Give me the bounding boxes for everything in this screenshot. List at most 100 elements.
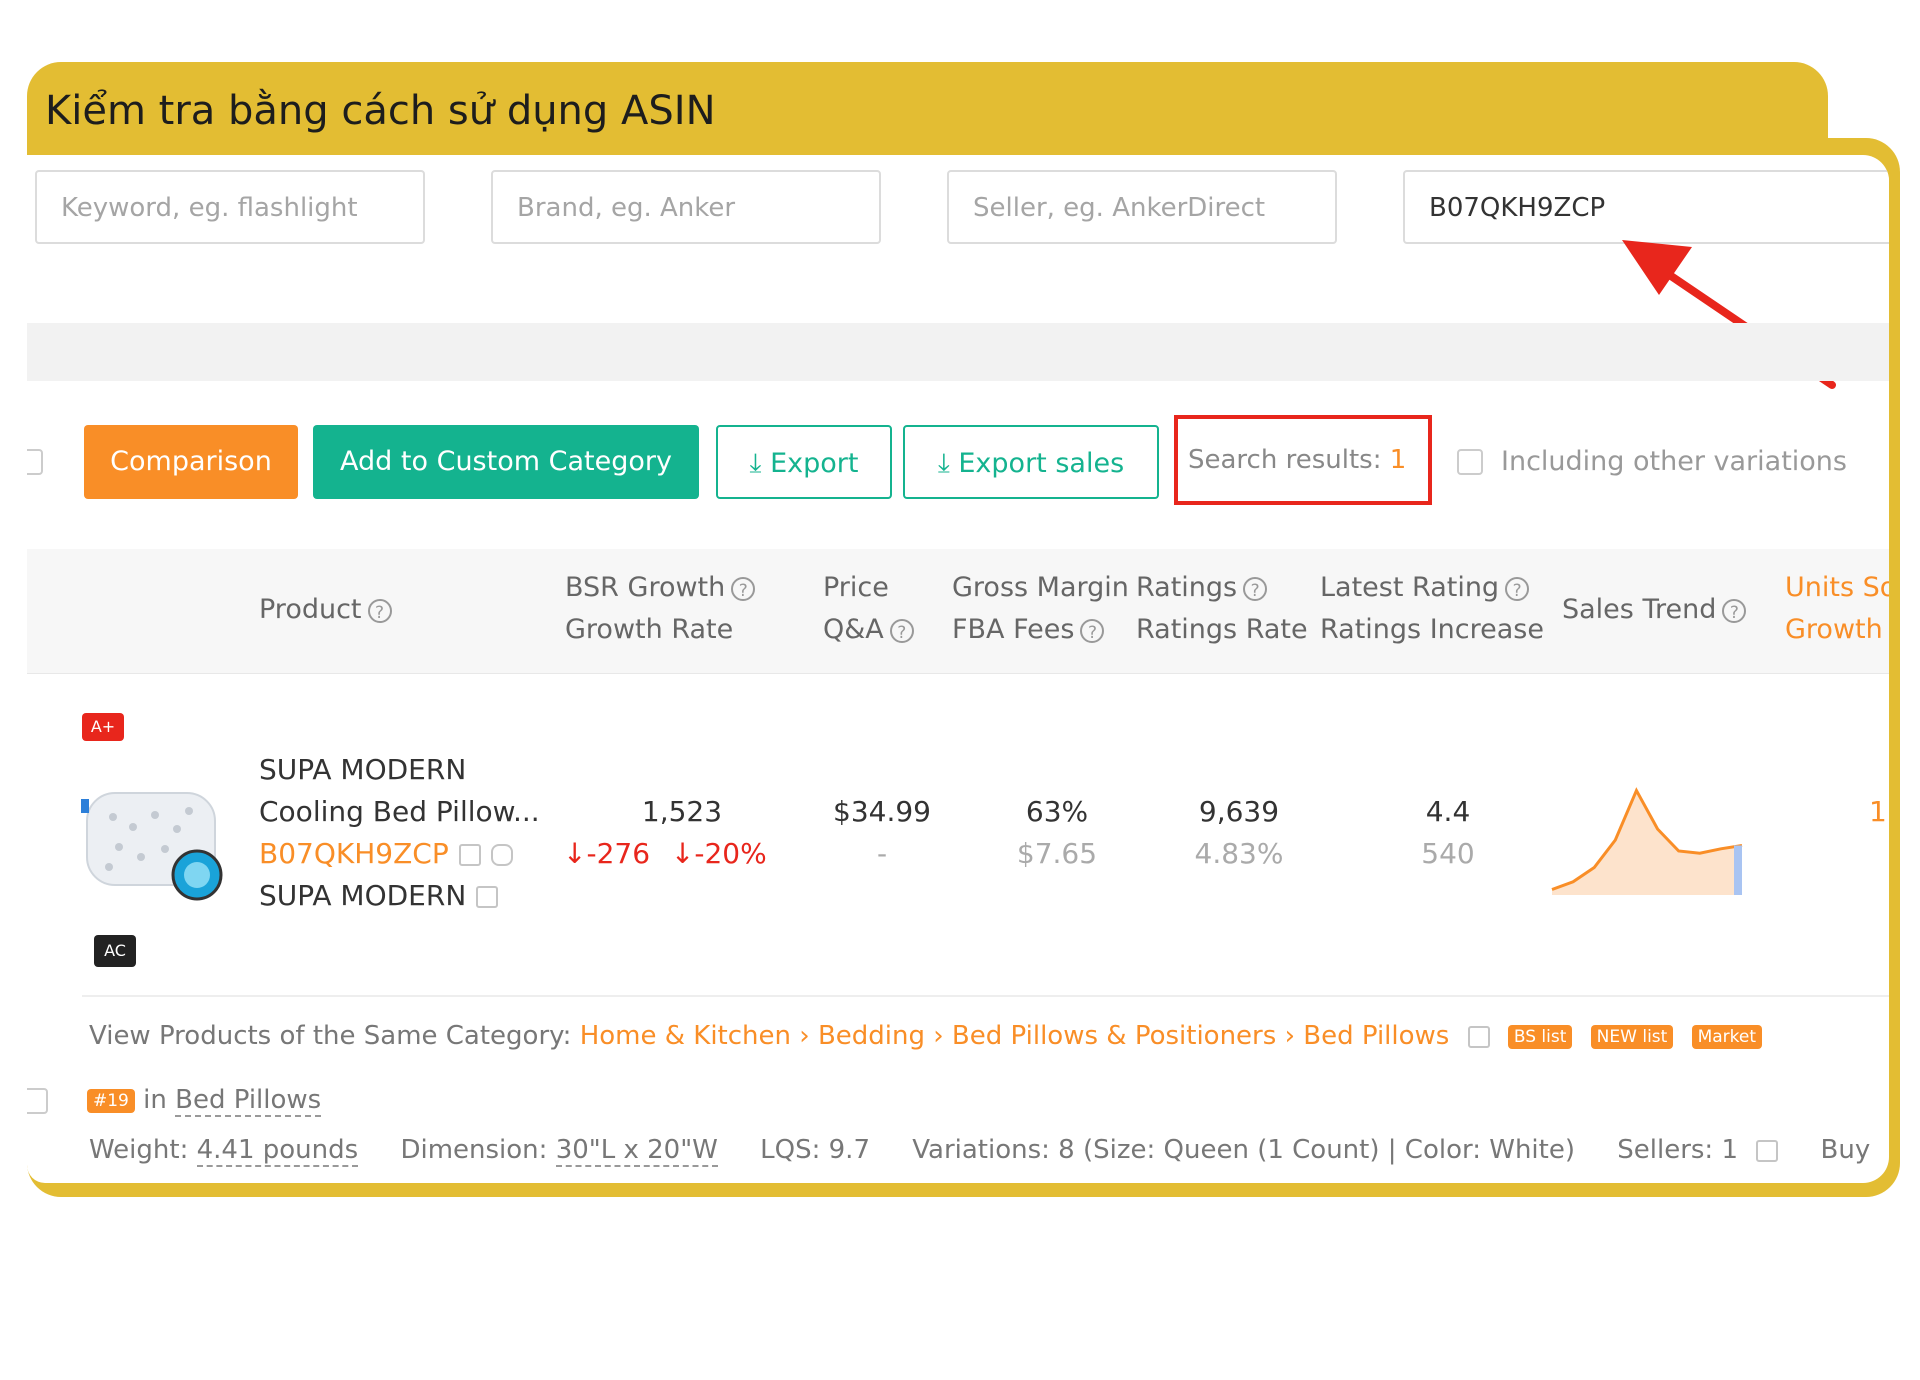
product-seller[interactable]: SUPA MODERN — [259, 879, 466, 912]
bsr-growth-value: -276 — [586, 837, 651, 870]
sales-trend-sparkline[interactable] — [1542, 775, 1762, 915]
category-link-bedding[interactable]: Bedding — [818, 1021, 925, 1051]
ratings-rate-value: 4.83% — [1194, 837, 1284, 870]
ac-badge: AC — [94, 935, 136, 967]
down-arrow-icon: ↓ — [670, 837, 695, 870]
col-product[interactable]: Product? — [259, 589, 392, 631]
comparison-button[interactable]: Comparison — [84, 425, 298, 499]
brand-input[interactable]: Brand, eg. Anker — [491, 170, 881, 244]
col-price[interactable]: Price — [823, 567, 889, 609]
banner-title: Kiểm tra bằng cách sử dụng ASIN — [45, 88, 716, 134]
ratings-value: 9,639 — [1198, 795, 1280, 828]
external-link-icon[interactable] — [458, 844, 481, 866]
col-sales-trend[interactable]: Sales Trend? — [1562, 589, 1747, 631]
product-asin-link[interactable]: B07QKH9ZCP — [259, 837, 449, 870]
col-ratings-rate[interactable]: Ratings Rate — [1136, 609, 1308, 651]
search-results-label: Search results: — [1188, 445, 1390, 475]
help-icon[interactable]: ? — [367, 598, 392, 623]
col-units-sold[interactable]: Units So — [1785, 567, 1889, 609]
weight-label: Weight: — [89, 1135, 189, 1165]
bsr-change: ↓-276 ↓-20% — [563, 837, 767, 870]
table-header: Product? BSR Growth? Growth Rate Price Q… — [27, 549, 1889, 674]
product-title-link[interactable]: Cooling Bed Pillow... — [259, 795, 540, 828]
col-bsr-growth-label: BSR Growth — [565, 572, 726, 603]
qa-value: - — [876, 837, 888, 870]
help-icon[interactable]: ? — [1080, 618, 1105, 643]
export-label: Export — [770, 448, 859, 479]
export-sales-button[interactable]: ⤓ Export sales — [903, 425, 1159, 499]
col-ratings[interactable]: Ratings? — [1136, 567, 1268, 609]
search-results-highlight: Search results: 1 — [1174, 415, 1432, 505]
filter-spacer-band — [27, 323, 1889, 381]
col-qa-label: Q&A — [823, 614, 884, 645]
dimension-value: 30"L x 20"W — [555, 1135, 718, 1167]
select-all-checkbox[interactable] — [27, 449, 43, 475]
col-growth[interactable]: Growth — [1785, 609, 1883, 651]
keyword-input[interactable]: Keyword, eg. flashlight — [35, 170, 425, 244]
rank-category-link[interactable]: Bed Pillows — [175, 1085, 322, 1117]
col-bsr-growth[interactable]: BSR Growth? — [565, 567, 756, 609]
col-sales-trend-label: Sales Trend — [1562, 594, 1717, 625]
fba-fees-value: $7.65 — [1016, 837, 1098, 870]
details-row: Weight: 4.41 pounds Dimension: 30"L x 20… — [89, 1135, 1871, 1167]
help-icon[interactable]: ? — [1505, 576, 1530, 601]
comment-icon[interactable] — [490, 844, 513, 866]
down-arrow-icon: ↓ — [563, 837, 587, 870]
rank-row: #19 in Bed Pillows — [87, 1085, 322, 1117]
external-link-icon[interactable] — [476, 886, 499, 908]
growth-rate-value: -20% — [694, 837, 767, 870]
sellers-value[interactable]: Sellers: 1 — [1617, 1135, 1738, 1165]
col-fba-fees-label: FBA Fees — [952, 614, 1075, 645]
breadcrumb-separator: › — [799, 1021, 810, 1051]
col-latest-rating[interactable]: Latest Rating? — [1320, 567, 1530, 609]
category-link-bed-pillows[interactable]: Bed Pillows — [1303, 1021, 1449, 1051]
col-latest-rating-label: Latest Rating — [1320, 572, 1500, 603]
dimension-label: Dimension: — [400, 1135, 548, 1165]
gross-margin-value: 63% — [1025, 795, 1089, 828]
ratings-increase-value: 540 — [1421, 837, 1475, 870]
download-icon: ⤓ — [937, 448, 950, 479]
seller-row: SUPA MODERN — [259, 879, 499, 912]
col-ratings-increase[interactable]: Ratings Increase — [1320, 609, 1544, 651]
market-tag[interactable]: Market — [1691, 1024, 1763, 1049]
breadcrumb-separator: › — [933, 1021, 944, 1051]
seller-input[interactable]: Seller, eg. AnkerDirect — [947, 170, 1337, 244]
rank-in: in — [143, 1085, 167, 1115]
variations-value[interactable]: Variations: 8 (Size: Queen (1 Count) | C… — [912, 1135, 1575, 1165]
product-brand: SUPA MODERN — [259, 753, 467, 786]
col-qa[interactable]: Q&A? — [823, 609, 914, 651]
product-image[interactable] — [79, 775, 229, 905]
latest-rating-value: 4.4 — [1425, 795, 1471, 828]
help-icon[interactable]: ? — [731, 576, 756, 601]
col-gross-margin[interactable]: Gross Margin — [952, 567, 1129, 609]
buy-box-label: Buy — [1820, 1135, 1871, 1165]
product-asin-row: B07QKH9ZCP — [259, 837, 513, 870]
export-sales-label: Export sales — [958, 448, 1125, 479]
category-link-home-kitchen[interactable]: Home & Kitchen — [580, 1021, 791, 1051]
col-fba-fees[interactable]: FBA Fees? — [952, 609, 1105, 651]
row-divider — [82, 995, 1889, 997]
row-checkbox[interactable] — [27, 1088, 48, 1114]
rank-badge: #19 — [87, 1088, 135, 1113]
category-link-bed-pillows-positioners[interactable]: Bed Pillows & Positioners — [952, 1021, 1276, 1051]
category-row: View Products of the Same Category: Home… — [89, 1021, 1763, 1051]
weight-value: 4.41 pounds — [196, 1135, 359, 1167]
help-icon[interactable]: ? — [889, 618, 914, 643]
bsr-value: 1,523 — [641, 795, 723, 828]
sparkline-current-marker — [1734, 845, 1742, 895]
add-custom-category-button[interactable]: Add to Custom Category — [313, 425, 699, 499]
price-value: $34.99 — [833, 795, 931, 828]
bs-list-tag[interactable]: BS list — [1507, 1024, 1573, 1049]
screenshot-panel: Keyword, eg. flashlight Brand, eg. Anker… — [27, 155, 1889, 1183]
aplus-badge: A+ — [82, 713, 124, 741]
including-variations-checkbox[interactable] — [1457, 449, 1483, 475]
frame-cutout — [1828, 62, 1908, 140]
new-list-tag[interactable]: NEW list — [1590, 1024, 1674, 1049]
external-link-icon[interactable] — [1467, 1025, 1490, 1048]
units-sold-value: 1 — [1869, 795, 1887, 828]
export-button[interactable]: ⤓ Export — [716, 425, 892, 499]
help-icon[interactable]: ? — [1243, 576, 1268, 601]
external-link-icon[interactable] — [1756, 1139, 1779, 1162]
help-icon[interactable]: ? — [1722, 598, 1747, 623]
col-growth-rate[interactable]: Growth Rate — [565, 609, 733, 651]
